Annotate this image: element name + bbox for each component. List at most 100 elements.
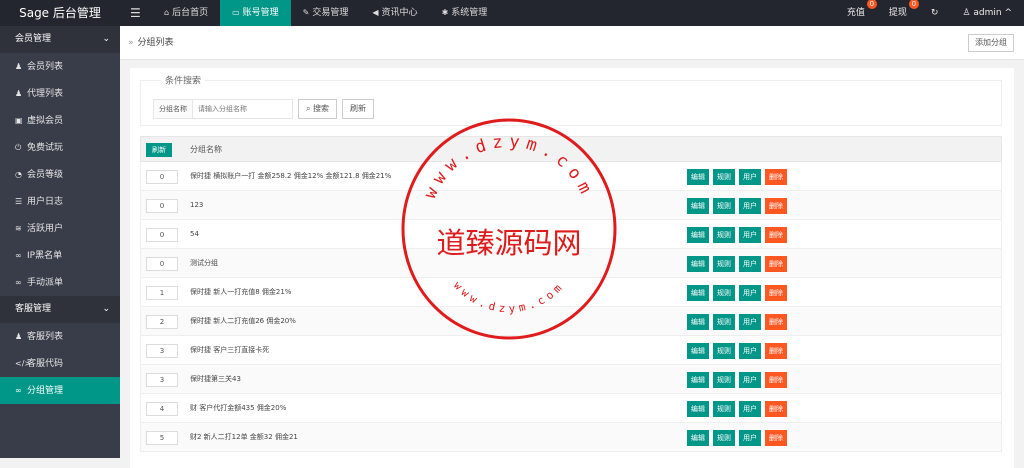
chevron-down-icon: ⌄ [102,34,110,44]
users-button[interactable]: 用户 [739,227,761,243]
sidebar-item-support-list[interactable]: ♟ 客服列表 [0,323,120,350]
filter-panel: 条件搜索 分组名称 ⌕ 搜索 刷新 [140,73,1002,126]
rules-button[interactable]: 规则 [713,314,735,330]
sidebar-item-group-management[interactable]: ∞ 分组管理 [0,377,120,404]
delete-button[interactable]: 删除 [765,401,787,417]
sort-input[interactable]: 3 [146,344,178,358]
nav-item-accounts[interactable]: ▭ 账号管理 [220,0,291,26]
users-button[interactable]: 用户 [739,430,761,446]
row-actions: 编辑 规则 用户 删除 [687,285,791,301]
edit-button[interactable]: 编辑 [687,227,709,243]
delete-button[interactable]: 删除 [765,343,787,359]
rules-button[interactable]: 规则 [713,430,735,446]
user-menu[interactable]: ♙ admin ^ [950,0,1024,26]
sort-input[interactable]: 0 [146,199,178,213]
reset-button[interactable]: 刷新 [342,99,375,119]
edit-button[interactable]: 编辑 [687,401,709,417]
delete-button[interactable]: 删除 [765,314,787,330]
sidebar-item-label: 代理列表 [27,89,64,99]
edit-button[interactable]: 编辑 [687,198,709,214]
group-table: 刷新 分组名称 0 保时捷 横拟账户一打 金额258.2 佣金12% 金额121.… [140,136,1002,452]
delete-button[interactable]: 删除 [765,430,787,446]
code-icon: </> [15,359,32,368]
delete-button[interactable]: 删除 [765,285,787,301]
sort-input[interactable]: 0 [146,170,178,184]
sidebar-item-member-list[interactable]: ♟ 会员列表 [0,53,120,80]
rules-button[interactable]: 规则 [713,343,735,359]
table-row: 0 保时捷 横拟账户一打 金额258.2 佣金12% 金额121.8 佣金21% 编… [140,162,1002,191]
sort-input[interactable]: 3 [146,373,178,387]
table-refresh-button[interactable]: 刷新 [146,143,172,157]
users-button[interactable]: 用户 [739,372,761,388]
users-button[interactable]: 用户 [739,256,761,272]
edit-button[interactable]: 编辑 [687,256,709,272]
group-name-input[interactable] [193,99,293,119]
rules-button[interactable]: 规则 [713,372,735,388]
menu-toggle-icon[interactable]: ☰ [130,0,141,26]
table-row: 2 保时捷 新人二打充值26 佣金20% 编辑 规则 用户 删除 [140,307,1002,336]
sidebar-item-label: 虚拟会员 [27,116,64,126]
sidebar-item-virtual-members[interactable]: ▣ 虚拟会员 [0,107,120,134]
nav-item-trades[interactable]: ✎ 交易管理 [291,0,361,26]
sort-input[interactable]: 4 [146,402,178,416]
sidebar-item-free-trial[interactable]: ⏻ 免费试玩 [0,134,120,161]
row-actions: 编辑 规则 用户 删除 [687,343,791,359]
edit-button[interactable]: 编辑 [687,285,709,301]
edit-button[interactable]: 编辑 [687,314,709,330]
refresh-icon[interactable]: ↻ [919,0,951,26]
sidebar-item-agent-list[interactable]: ♟ 代理列表 [0,80,120,107]
sidebar-item-label: 活跃用户 [27,224,64,234]
users-button[interactable]: 用户 [739,314,761,330]
sidebar-item-manual-dispatch[interactable]: ∞ 手动派单 [0,269,120,296]
sort-input[interactable]: 0 [146,228,178,242]
top-bar: Sage 后台管理 ☰ ⌂ 后台首页 ▭ 账号管理 ✎ 交易管理 ◀ 资讯中心 ✱ 系统管… [0,0,1024,26]
sidebar-item-active-users[interactable]: ≋ 活跃用户 [0,215,120,242]
nav-item-system[interactable]: ✱ 系统管理 [430,0,500,26]
sidebar-item-member-levels[interactable]: ◔ 会员等级 [0,161,120,188]
search-icon: ⌕ [306,104,311,113]
sort-input[interactable]: 2 [146,315,178,329]
user-icon: ♟ [15,332,23,341]
rules-button[interactable]: 规则 [713,285,735,301]
delete-button[interactable]: 删除 [765,372,787,388]
sort-input[interactable]: 0 [146,257,178,271]
delete-button[interactable]: 删除 [765,256,787,272]
row-actions: 编辑 规则 用户 删除 [687,256,791,272]
sidebar-item-support-code[interactable]: </>客服代码 [0,350,120,377]
sidebar-item-user-logs[interactable]: ☰ 用户日志 [0,188,120,215]
sidebar-group-members[interactable]: 会员管理 ⌄ [0,26,120,53]
nav-item-news[interactable]: ◀ 资讯中心 [360,0,429,26]
users-button[interactable]: 用户 [739,401,761,417]
gears-icon: ✱ [441,8,449,17]
group-name-label: 分组名称 [153,99,193,119]
withdraw-link[interactable]: 提现 0 [877,0,919,26]
users-button[interactable]: 用户 [739,343,761,359]
rules-button[interactable]: 规则 [713,256,735,272]
sidebar-item-ip-blacklist[interactable]: ∞ IP黑名单 [0,242,120,269]
group-name-cell: 保时捷 新人二打充值26 佣金20% [190,317,296,325]
nav-item-home[interactable]: ⌂ 后台首页 [152,0,220,26]
edit-button[interactable]: 编辑 [687,169,709,185]
edit-button[interactable]: 编辑 [687,430,709,446]
search-button[interactable]: ⌕ 搜索 [298,99,338,119]
users-button[interactable]: 用户 [739,198,761,214]
filter-row: 分组名称 ⌕ 搜索 刷新 [153,99,375,119]
rules-button[interactable]: 规则 [713,401,735,417]
sidebar-group-support[interactable]: 客服管理 ⌄ [0,296,120,323]
rules-button[interactable]: 规则 [713,198,735,214]
rules-button[interactable]: 规则 [713,169,735,185]
delete-button[interactable]: 删除 [765,198,787,214]
users-button[interactable]: 用户 [739,169,761,185]
sort-input[interactable]: 1 [146,286,178,300]
breadcrumb-separator-icon: » [128,38,134,48]
rules-button[interactable]: 规则 [713,227,735,243]
recharge-link[interactable]: 充值 0 [835,0,877,26]
add-group-button[interactable]: 添加分组 [968,34,1014,52]
delete-button[interactable]: 删除 [765,227,787,243]
sidebar-item-label: 手动派单 [27,278,64,288]
delete-button[interactable]: 删除 [765,169,787,185]
edit-button[interactable]: 编辑 [687,343,709,359]
users-button[interactable]: 用户 [739,285,761,301]
edit-button[interactable]: 编辑 [687,372,709,388]
sort-input[interactable]: 5 [146,431,178,445]
